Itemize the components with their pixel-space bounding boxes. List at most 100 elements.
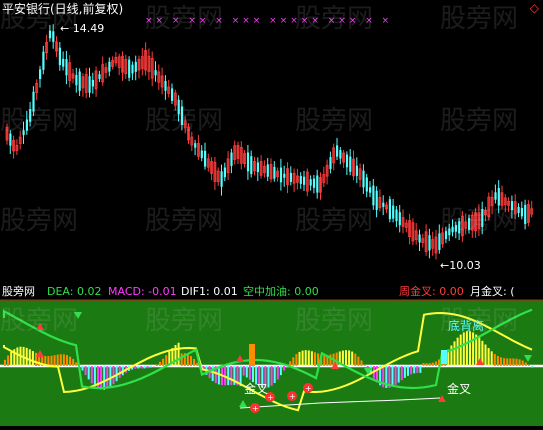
macd-bar: [305, 350, 307, 366]
macd-bar: [314, 352, 316, 366]
macd-bar: [72, 359, 74, 366]
macd-bar: [364, 365, 366, 366]
macd-bar: [274, 366, 276, 383]
macd-bar: [147, 366, 149, 368]
macd-bar: [509, 358, 511, 366]
candle-body: [518, 207, 520, 213]
candle-body: [52, 31, 54, 42]
kongzhong-value: 空中加油: 0.00: [243, 285, 319, 298]
macd-bar: [178, 343, 180, 366]
macd-bar: [29, 349, 31, 366]
macd-bar: [404, 366, 406, 378]
macd-bar: [485, 345, 487, 366]
macd-bar: [528, 365, 530, 366]
candle-body: [89, 76, 91, 93]
candle-body: [273, 167, 275, 179]
macd-bar: [75, 362, 77, 366]
macd-bar: [392, 366, 394, 387]
macd-bar: [423, 363, 425, 366]
dif1-value: DIF1: 0.01: [181, 285, 238, 298]
candle-body: [389, 199, 391, 219]
candle-body: [481, 209, 483, 227]
candle-body: [29, 109, 31, 122]
macd-bar: [525, 362, 527, 366]
candle-body: [362, 171, 364, 188]
macd-bar: [395, 366, 397, 385]
candle-body: [92, 80, 94, 86]
candle-body: [79, 72, 81, 91]
chart-title: 平安银行(日线,前复权): [2, 3, 123, 16]
macd-bar: [187, 354, 189, 366]
high-price-value: 14.49: [73, 22, 105, 35]
candle-body: [42, 52, 44, 70]
macd-bar: [51, 356, 53, 366]
chart-canvas[interactable]: ++++: [0, 0, 543, 426]
candle-body: [458, 221, 460, 233]
macd-bar: [398, 366, 400, 383]
candle-body: [128, 60, 130, 78]
candle-body: [283, 174, 285, 178]
candle-body: [524, 205, 526, 224]
candle-body: [428, 235, 430, 250]
macd-bar: [35, 353, 37, 366]
macd-bar: [330, 355, 332, 366]
macd-bar: [181, 353, 183, 366]
macd-bar: [512, 358, 514, 366]
candle-body: [395, 210, 397, 222]
macd-bar: [357, 357, 359, 366]
low-price-label: ←10.03: [440, 259, 481, 272]
indicator-name[interactable]: 股旁网: [2, 285, 35, 298]
macd-bar: [63, 354, 65, 366]
candle-body: [131, 65, 133, 74]
candle-body: [376, 191, 378, 210]
cyan-block: [441, 350, 447, 364]
macd-bar: [469, 331, 471, 366]
macd-bar: [280, 366, 282, 375]
macd-bar: [488, 348, 490, 366]
macd-bar: [150, 366, 152, 368]
candle-body: [419, 235, 421, 243]
candle-body: [155, 70, 157, 75]
macd-bar: [416, 366, 418, 373]
macd-bar: [271, 366, 273, 386]
candle-body: [9, 134, 11, 146]
candle-body: [98, 74, 100, 79]
candle-body: [329, 157, 331, 169]
buy-circle-glyph: +: [289, 392, 296, 401]
macd-bar: [32, 351, 34, 366]
candle-body: [521, 208, 523, 216]
candle-body: [336, 145, 338, 156]
macd-bar: [137, 366, 139, 368]
high-price-label: ← 14.49: [60, 22, 104, 35]
macd-bar: [432, 363, 434, 366]
buy-circle-glyph: +: [305, 384, 312, 393]
candle-body: [339, 150, 341, 159]
macd-bar: [159, 362, 161, 366]
macd-bar: [91, 366, 93, 383]
macd-bar: [429, 363, 431, 366]
macd-bar: [435, 361, 437, 366]
candle-body: [62, 59, 64, 67]
candle-body: [250, 156, 252, 174]
zhoujincha-value: 周金叉: 0.00: [399, 285, 464, 298]
buy-circle-glyph: +: [252, 404, 259, 413]
macd-bar: [85, 366, 87, 375]
macd-bar: [162, 359, 164, 366]
macd-bar: [54, 355, 56, 366]
macd-bar: [519, 359, 521, 366]
candle-body: [399, 212, 401, 225]
candle-body: [164, 81, 166, 91]
candle-body: [59, 48, 61, 65]
macd-value: MACD: -0.01: [108, 285, 177, 298]
candle-body: [247, 153, 249, 172]
candle-body: [108, 62, 110, 72]
macd-bar: [4, 360, 6, 366]
macd-bar: [531, 366, 533, 368]
macd-bar: [361, 360, 363, 366]
macd-bar: [351, 352, 353, 366]
candle-body: [230, 153, 232, 166]
diamond-icon[interactable]: ◇: [530, 2, 539, 15]
macd-bar: [246, 366, 248, 377]
candle-body: [452, 227, 454, 233]
macd-bar: [252, 366, 254, 382]
